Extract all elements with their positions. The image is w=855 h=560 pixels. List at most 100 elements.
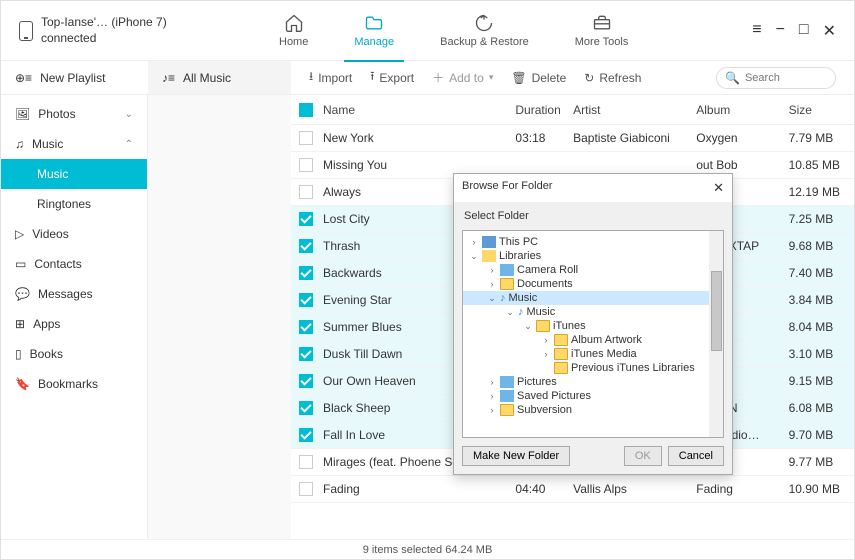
dialog-close-button[interactable]: ✕	[713, 180, 724, 196]
tree-pictures[interactable]: ›Pictures	[463, 375, 723, 389]
row-checkbox[interactable]	[299, 374, 313, 388]
device-info[interactable]: Top-Ianse'… (iPhone 7) connected	[19, 15, 279, 46]
dialog-titlebar: Browse For Folder ✕	[454, 174, 732, 202]
folder-icon	[363, 13, 385, 33]
table-row[interactable]: Fading04:40Vallis AlpsFading10.90 MB	[291, 476, 854, 503]
new-playlist-button[interactable]: ⊕≡ New Playlist	[1, 71, 148, 85]
messages-icon: 💬	[15, 287, 30, 301]
folder-tree[interactable]: ›This PC ⌄Libraries ›Camera Roll ›Docume…	[462, 230, 724, 438]
folder-icon	[554, 334, 568, 346]
tree-this-pc[interactable]: ›This PC	[463, 235, 723, 249]
folder-icon	[536, 320, 550, 332]
toolbar: ⊕≡ New Playlist ♪≡ All Music ⭳Import ⭱Ex…	[1, 61, 854, 95]
restore-icon	[473, 13, 495, 33]
tree-saved-pictures[interactable]: ›Saved Pictures	[463, 389, 723, 403]
maximize-button[interactable]: □	[799, 21, 809, 41]
sidebar-item-messages[interactable]: 💬Messages	[1, 279, 147, 309]
tree-album-artwork[interactable]: ›Album Artwork	[463, 333, 723, 347]
tree-prev-libs[interactable]: Previous iTunes Libraries	[463, 361, 723, 375]
close-button[interactable]: ✕	[823, 21, 836, 41]
row-checkbox[interactable]	[299, 212, 313, 226]
sidebar-item-contacts[interactable]: ▭Contacts	[1, 249, 147, 279]
minimize-button[interactable]: −	[776, 21, 785, 41]
tree-scrollbar[interactable]	[709, 231, 723, 437]
cell-size: 9.68 MB	[789, 239, 854, 253]
tree-libraries[interactable]: ⌄Libraries	[463, 249, 723, 263]
add-to-button[interactable]: ＋Add to ▾	[432, 69, 493, 86]
row-checkbox[interactable]	[299, 347, 313, 361]
sidebar-item-bookmarks[interactable]: 🔖Bookmarks	[1, 369, 147, 399]
photos-icon: 🖼	[15, 107, 30, 121]
window-controls: ≡ − □ ✕	[752, 21, 836, 41]
plus-menu-icon: ⊕≡	[15, 71, 32, 85]
cell-size: 7.25 MB	[789, 212, 854, 226]
tab-manage[interactable]: Manage	[354, 13, 394, 48]
tree-music[interactable]: ⌄♪Music	[463, 291, 723, 305]
tree-subversion[interactable]: ›Subversion	[463, 403, 723, 417]
scrollbar-thumb[interactable]	[711, 271, 722, 351]
sidebar-playlists	[148, 95, 291, 539]
folder-icon	[500, 278, 514, 290]
sidebar-item-videos[interactable]: ▷Videos	[1, 219, 147, 249]
cancel-button[interactable]: Cancel	[668, 446, 724, 466]
tree-itunes[interactable]: ⌄iTunes	[463, 319, 723, 333]
make-new-folder-button[interactable]: Make New Folder	[462, 446, 570, 466]
sidebar-item-photos[interactable]: 🖼Photos⌄	[1, 99, 147, 129]
col-duration[interactable]: Duration	[515, 103, 573, 117]
sidebar-item-music[interactable]: ♫Music⌃	[1, 129, 147, 159]
pc-icon	[482, 236, 496, 248]
search-input[interactable]	[745, 72, 825, 84]
menu-icon[interactable]: ≡	[752, 21, 761, 41]
sidebar-sub-ringtones[interactable]: Ringtones	[1, 189, 147, 219]
row-checkbox[interactable]	[299, 158, 313, 172]
cell-size: 9.77 MB	[789, 455, 854, 469]
row-checkbox[interactable]	[299, 293, 313, 307]
table-actions: ⭳Import ⭱Export ＋Add to ▾ 🗑Delete ↻Refre…	[291, 67, 641, 88]
tree-documents[interactable]: ›Documents	[463, 277, 723, 291]
col-name[interactable]: Name	[323, 103, 515, 117]
tab-tools[interactable]: More Tools	[575, 13, 629, 48]
sidebar-sub-music[interactable]: Music	[1, 159, 147, 189]
import-button[interactable]: ⭳Import	[309, 67, 352, 88]
row-checkbox[interactable]	[299, 401, 313, 415]
ok-button[interactable]: OK	[624, 446, 662, 466]
all-music-button[interactable]: ♪≡ All Music	[148, 61, 291, 94]
phone-icon	[19, 21, 33, 41]
row-checkbox[interactable]	[299, 239, 313, 253]
row-checkbox[interactable]	[299, 482, 313, 496]
pictures-icon	[500, 376, 514, 388]
select-all-checkbox[interactable]	[299, 103, 313, 117]
pictures-icon	[500, 264, 514, 276]
cell-duration: 03:18	[515, 131, 573, 145]
tree-music-sub[interactable]: ⌄♪Music	[463, 305, 723, 319]
table-header: Name Duration Artist Album Size	[291, 95, 854, 125]
col-album[interactable]: Album	[696, 103, 788, 117]
row-checkbox[interactable]	[299, 266, 313, 280]
search-icon: 🔍	[725, 71, 740, 85]
delete-button[interactable]: 🗑Delete	[511, 71, 566, 85]
export-button[interactable]: ⭱Export	[370, 67, 414, 88]
dialog-subtitle: Select Folder	[454, 202, 732, 230]
dialog-buttons: Make New Folder OK Cancel	[454, 438, 732, 474]
row-checkbox[interactable]	[299, 428, 313, 442]
cell-name: Missing You	[323, 158, 515, 172]
row-checkbox[interactable]	[299, 131, 313, 145]
tab-home[interactable]: Home	[279, 13, 308, 48]
tab-backup[interactable]: Backup & Restore	[440, 13, 529, 48]
tree-camera-roll[interactable]: ›Camera Roll	[463, 263, 723, 277]
col-size[interactable]: Size	[789, 103, 854, 117]
folder-icon	[500, 404, 514, 416]
row-checkbox[interactable]	[299, 455, 313, 469]
row-checkbox[interactable]	[299, 185, 313, 199]
table-row[interactable]: New York03:18Baptiste GiabiconiOxygen7.7…	[291, 125, 854, 152]
chevron-up-icon: ⌃	[125, 139, 133, 150]
refresh-icon: ↻	[584, 71, 594, 85]
sidebar-item-books[interactable]: ▯Books	[1, 339, 147, 369]
sidebar-item-apps[interactable]: ⊞Apps	[1, 309, 147, 339]
refresh-button[interactable]: ↻Refresh	[584, 71, 641, 85]
app-window: Top-Ianse'… (iPhone 7) connected Home Ma…	[0, 0, 855, 560]
search-box[interactable]: 🔍	[716, 67, 836, 89]
col-artist[interactable]: Artist	[573, 103, 696, 117]
tree-itunes-media[interactable]: ›iTunes Media	[463, 347, 723, 361]
row-checkbox[interactable]	[299, 320, 313, 334]
